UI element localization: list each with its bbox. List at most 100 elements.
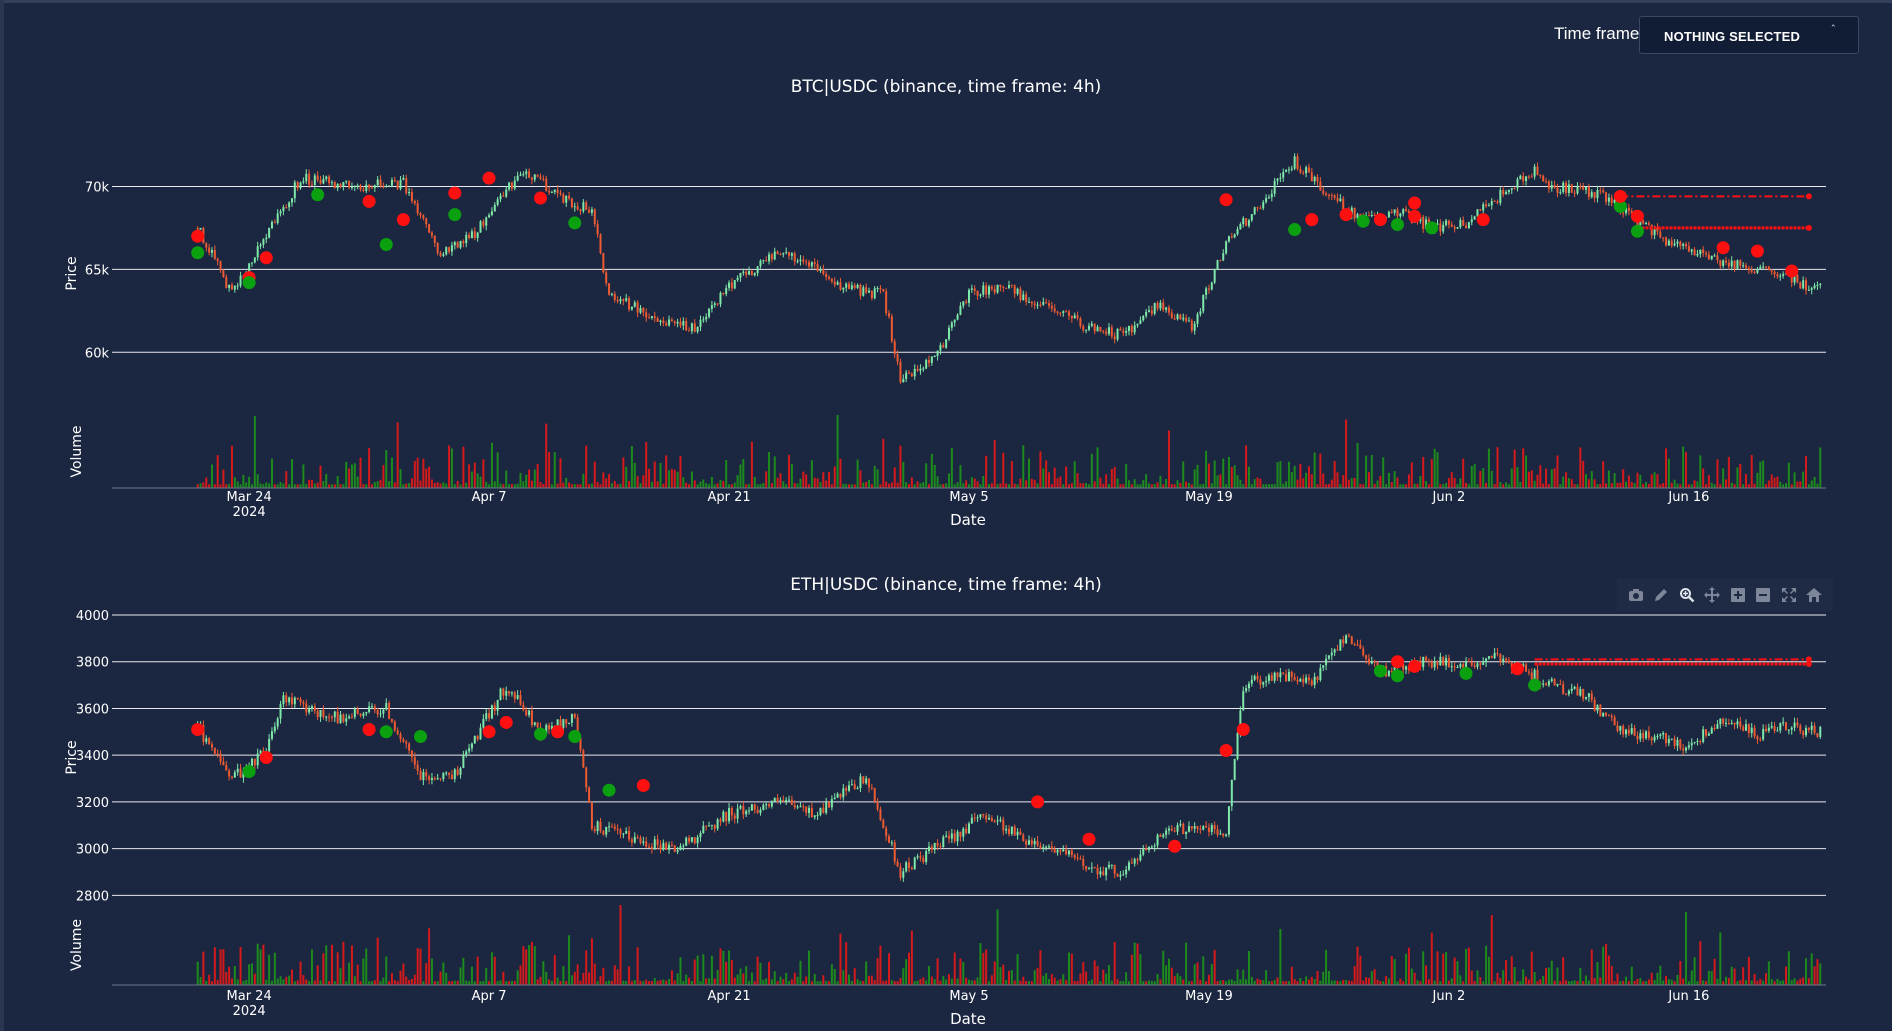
candle-body [696, 837, 699, 844]
candle-body [1579, 688, 1582, 696]
volume-bar [770, 483, 773, 488]
volume-bar [453, 980, 456, 985]
volume-bar [259, 949, 262, 985]
candle-body [653, 316, 656, 319]
candle-body [1262, 202, 1265, 209]
home-icon[interactable] [1804, 585, 1824, 605]
volume-bar [885, 980, 888, 985]
candle-body [1387, 670, 1390, 677]
volume-bar [1819, 963, 1822, 985]
volume-bar [982, 475, 985, 488]
candle-body [733, 280, 736, 289]
volume-bar [579, 980, 582, 985]
candle-body [1405, 666, 1408, 670]
autoscale-icon[interactable] [1779, 585, 1799, 605]
candle-body [1810, 725, 1813, 730]
volume-bar [1550, 960, 1553, 985]
candle-body [270, 731, 273, 739]
candle-body [490, 705, 493, 719]
volume-bar [1796, 481, 1799, 488]
candle-body [208, 247, 211, 253]
signal-marker [534, 191, 547, 205]
volume-bar [1593, 978, 1596, 985]
volume-bar [545, 971, 548, 985]
candle-body [1165, 307, 1168, 310]
volume-bar [1356, 442, 1359, 488]
volume-bar [1702, 468, 1705, 488]
candle-body [828, 276, 831, 279]
volume-bar [1430, 932, 1433, 985]
volume-bar [1587, 479, 1590, 488]
candle-body [910, 373, 913, 377]
candle-body [965, 301, 968, 303]
candle-body [1042, 302, 1045, 305]
candle-body [1753, 271, 1756, 273]
volume-bar [1096, 965, 1099, 985]
candle-body [325, 716, 328, 718]
volume-bar [1667, 458, 1670, 488]
candle-body [645, 841, 648, 847]
volume-bar [1407, 947, 1410, 985]
zoom-out-icon[interactable] [1753, 585, 1773, 605]
volume-bar [1156, 482, 1159, 488]
candle-body [1670, 240, 1673, 246]
candle-body [990, 286, 993, 289]
candle-body [1322, 190, 1325, 194]
candle-body [802, 259, 805, 262]
candle-body [1305, 677, 1308, 683]
candle-body [825, 274, 828, 277]
volume-bar [1527, 471, 1530, 488]
volume-bar [1122, 484, 1125, 488]
volume-bar [808, 484, 811, 488]
candle-body [1325, 658, 1328, 666]
candle-body [1293, 156, 1296, 169]
candle-body [596, 223, 599, 235]
volume-bar [1250, 976, 1253, 985]
volume-bar [285, 471, 288, 488]
volume-bar [368, 448, 371, 488]
camera-icon[interactable] [1626, 585, 1646, 605]
candle-body [622, 833, 625, 835]
candle-body [1025, 294, 1028, 303]
candle-body [1005, 287, 1008, 289]
volume-bar [539, 482, 542, 488]
pencil-icon[interactable] [1651, 585, 1671, 605]
pan-icon[interactable] [1702, 585, 1722, 605]
candle-body [665, 323, 668, 326]
volume-bar [1590, 949, 1593, 985]
volume-bar [1670, 482, 1673, 488]
volume-bar [965, 977, 968, 985]
volume-bar [879, 484, 882, 488]
volume-bar [1807, 484, 1810, 488]
candle-body [1622, 212, 1625, 214]
zoom-icon[interactable] [1677, 585, 1697, 605]
volume-bar [1599, 977, 1602, 985]
candle-body [368, 706, 371, 713]
candle-body [1307, 677, 1310, 681]
candle-body [1676, 241, 1679, 244]
candle-body [736, 277, 739, 281]
candle-body [873, 788, 876, 802]
candle-body [310, 184, 313, 186]
volume-bar [1567, 478, 1570, 488]
volume-bar [668, 470, 671, 488]
zoom-in-icon[interactable] [1728, 585, 1748, 605]
volume-bar [1633, 483, 1636, 488]
charts-canvas[interactable]: BTC|USDC (binance, time frame: 4h)60k65k… [0, 0, 1892, 1031]
volume-bar [225, 484, 228, 488]
volume-bar [1459, 975, 1462, 985]
volume-bar [1539, 979, 1542, 985]
candle-body [1070, 850, 1073, 856]
volume-bar [496, 981, 499, 985]
candle-body [482, 221, 485, 226]
volume-bar [1145, 981, 1148, 985]
candle-body [1302, 679, 1305, 683]
candle-body [288, 202, 291, 208]
candle-body [336, 183, 339, 189]
volume-bar [196, 961, 199, 985]
candle-body [1030, 840, 1033, 845]
candle-body [1242, 218, 1245, 225]
volume-bar [725, 459, 728, 488]
candle-body [1745, 724, 1748, 731]
volume-bar [790, 463, 793, 488]
